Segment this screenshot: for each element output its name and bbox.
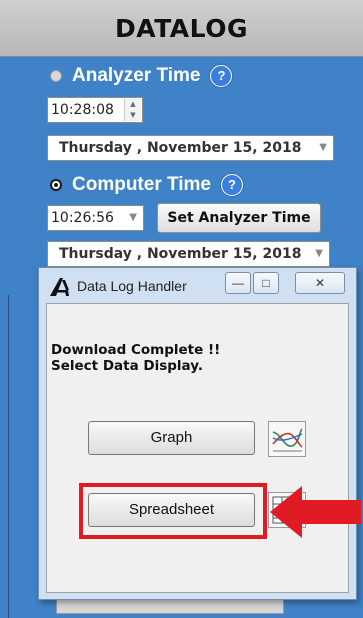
computer-time-radio[interactable]	[50, 179, 62, 191]
minimize-button[interactable]: —	[225, 272, 251, 294]
computer-time-field[interactable]: 10:26:56 ▼	[47, 205, 144, 231]
spin-up-icon[interactable]: ▲	[125, 99, 141, 110]
computer-time-label: Computer Time	[72, 174, 212, 195]
computer-time-option[interactable]: Computer Time ?	[50, 173, 244, 197]
computer-time-value: 10:26:56	[51, 210, 114, 226]
spreadsheet-highlight-box	[79, 483, 267, 539]
maximize-button[interactable]: □	[253, 272, 279, 294]
analyzer-time-radio[interactable]	[50, 70, 62, 82]
analyzer-date-dropdown[interactable]: Thursday , November 15, 2018 ▼	[47, 135, 334, 161]
chevron-down-icon: ▼	[129, 212, 137, 223]
spin-down-icon[interactable]: ▼	[125, 110, 141, 121]
analyzer-date-value: Thursday , November 15, 2018	[59, 140, 302, 156]
app-logo-icon	[50, 278, 69, 296]
download-complete-message: Download Complete !!	[51, 342, 221, 358]
graph-button[interactable]: Graph	[88, 421, 255, 455]
analyzer-time-field[interactable]: 10:28:08 ▲ ▼	[47, 97, 143, 123]
help-icon[interactable]: ?	[210, 65, 233, 87]
datalog-header: DATALOG	[0, 0, 363, 57]
close-button[interactable]: ✕	[295, 272, 345, 294]
computer-date-value: Thursday , November 15, 2018	[59, 246, 302, 262]
help-icon[interactable]: ?	[221, 174, 244, 196]
bottom-bar	[56, 598, 284, 614]
analyzer-time-option[interactable]: Analyzer Time ?	[50, 64, 233, 88]
left-frame-border	[0, 295, 9, 618]
dialog-title: Data Log Handler	[77, 278, 187, 294]
analyzer-time-spinner[interactable]: ▲ ▼	[124, 99, 141, 121]
computer-date-dropdown[interactable]: Thursday , November 15, 2018 ▼	[47, 241, 330, 267]
set-analyzer-time-button[interactable]: Set Analyzer Time	[157, 203, 321, 233]
chevron-down-icon: ▼	[315, 248, 323, 259]
select-display-message: Select Data Display.	[51, 358, 203, 374]
analyzer-time-value: 10:28:08	[51, 102, 114, 118]
dialog-titlebar[interactable]: Data Log Handler — □ ✕	[39, 268, 356, 304]
line-graph-icon[interactable]	[268, 421, 306, 457]
analyzer-time-label: Analyzer Time	[72, 65, 201, 86]
red-arrow-icon	[270, 486, 361, 538]
page-title: DATALOG	[115, 14, 248, 43]
chevron-down-icon: ▼	[319, 142, 327, 153]
